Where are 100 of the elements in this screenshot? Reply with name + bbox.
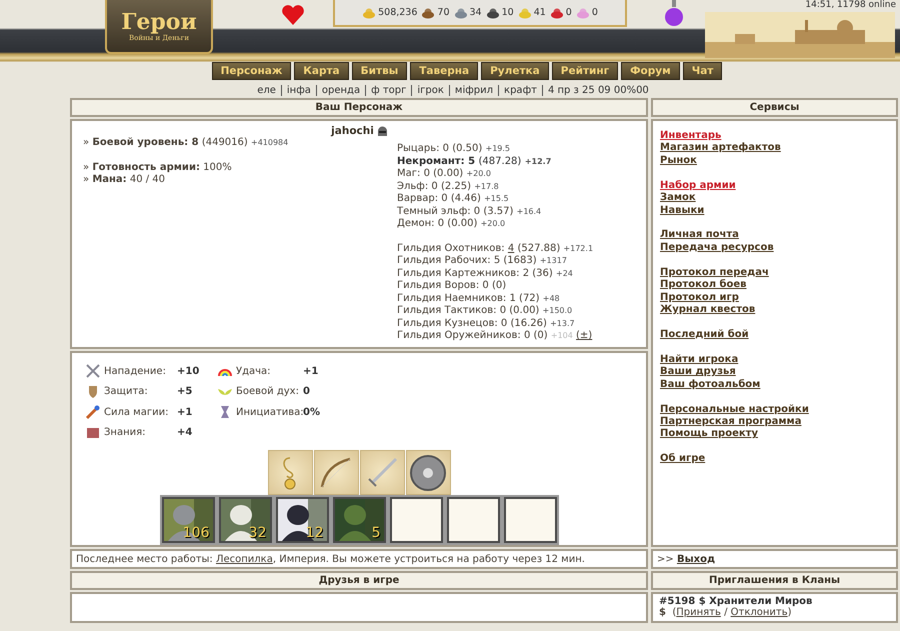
resource-amount: 10: [502, 7, 514, 18]
guild-level: Гильдия Рабочих: 5 (1683) +1317: [397, 255, 568, 268]
resource-icon: [518, 6, 532, 18]
service-link[interactable]: Протокол передач: [660, 266, 769, 280]
faction-level: Маг: 0 (0.00) +20.0: [397, 168, 492, 180]
faction-level: Варвар: 0 (4.46) +15.5: [397, 193, 510, 206]
toggle-link[interactable]: (±): [576, 330, 592, 341]
service-link[interactable]: Навыки: [660, 204, 704, 217]
quick-link[interactable]: крафт: [498, 84, 542, 96]
resource-amount: 508,236: [378, 7, 418, 18]
resource-icon: [550, 6, 564, 18]
resource-amount: 70: [437, 7, 450, 18]
service-link[interactable]: Найти игрока: [660, 354, 738, 366]
potion-icon[interactable]: [663, 0, 685, 28]
decline-link[interactable]: Отклонить: [730, 607, 788, 618]
service-link[interactable]: Рынок: [660, 154, 697, 168]
faction-level: Темный эльф: 0 (3.57) +16.4: [397, 206, 542, 218]
army-slot[interactable]: [446, 497, 500, 543]
service-link[interactable]: Ваш фотоальбом: [660, 378, 760, 391]
section-header: Сервисы: [651, 98, 898, 117]
service-link[interactable]: Замок: [660, 192, 696, 205]
heart-icon[interactable]: [281, 4, 305, 26]
stat-value: +1: [303, 366, 318, 377]
nav-tab[interactable]: Чат: [682, 62, 722, 80]
nav-tab[interactable]: Форум: [621, 62, 680, 80]
stat-label: Инициатива:: [236, 406, 300, 418]
resource-amount: 41: [534, 7, 546, 18]
nav-tab[interactable]: Рейтинг: [552, 62, 618, 80]
nav-tab[interactable]: Таверна: [410, 62, 478, 80]
resource-amount: 0: [592, 7, 598, 18]
guild-level: Гильдия Воров: 0 (0): [397, 280, 508, 292]
army-slot[interactable]: 32: [218, 497, 272, 543]
service-link[interactable]: Ваши друзья: [660, 366, 736, 379]
service-link[interactable]: Персональные настройки: [660, 404, 809, 416]
helmet-icon: [376, 125, 388, 137]
faction-level: Демон: 0 (0.00) +20.0: [397, 218, 506, 230]
quick-link[interactable]: інфа: [280, 84, 316, 96]
army-slot[interactable]: 106: [162, 497, 214, 543]
service-link[interactable]: Набор армии: [660, 180, 736, 192]
nav-tab[interactable]: Рулетка: [481, 62, 549, 80]
quick-link[interactable]: еле: [252, 84, 281, 96]
faction-level: Эльф: 0 (2.25) +17.8: [397, 180, 500, 193]
stat-label: Боевой дух:: [236, 386, 300, 398]
resource-icon: [486, 6, 500, 18]
service-link[interactable]: Последний бой: [660, 328, 749, 342]
section-header: Ваш Персонаж: [70, 98, 648, 117]
stat-value: +4: [177, 427, 192, 438]
player-name[interactable]: jahochi: [331, 125, 374, 137]
character-info: » Готовность армии: 100%: [83, 162, 233, 174]
work-status: Последнее место работы: Лесопилка, Империя. Вы можете устроиться на работу через 12 мин.: [76, 554, 585, 564]
resource-icon: [362, 6, 376, 18]
quick-link[interactable]: ігрок: [411, 84, 449, 96]
exit-prefix: >>: [657, 554, 674, 564]
army-slot[interactable]: [390, 497, 442, 543]
service-link[interactable]: Журнал квестов: [660, 304, 756, 316]
service-link[interactable]: Партнерская программа: [660, 416, 802, 428]
workplace-link[interactable]: Лесопилка: [216, 554, 273, 564]
faction-level: Некромант: 5 (487.28) +12.7: [397, 156, 552, 168]
nav-tab[interactable]: Карта: [294, 62, 349, 80]
service-link[interactable]: Протокол игр: [660, 292, 739, 304]
unit-count: 32: [248, 525, 266, 541]
wand-icon: [85, 404, 101, 420]
guild-level: Гильдия Охотников: 4 (527.88) +172.1: [397, 242, 594, 255]
service-link[interactable]: Помощь проекту: [660, 428, 758, 441]
stat-label: Нападение:: [104, 366, 167, 377]
service-link[interactable]: Об игре: [660, 453, 706, 466]
exit-link[interactable]: Выход: [676, 554, 716, 564]
stat-label: Защита:: [104, 386, 149, 398]
crossed-swords-icon: [85, 363, 101, 380]
service-link[interactable]: Протокол боев: [660, 279, 746, 292]
army-slot[interactable]: [504, 497, 556, 543]
quick-link[interactable]: ф торг: [365, 84, 412, 96]
resource-icon: [454, 6, 468, 18]
guild-level: Гильдия Наемников: 1 (72) +48: [397, 292, 561, 305]
nav-tab[interactable]: Персонаж: [212, 62, 292, 80]
quick-link[interactable]: оренда: [316, 84, 366, 96]
resource-icon: [421, 6, 436, 18]
quick-link[interactable]: 4 пр з 25 09 00%00: [542, 84, 654, 96]
character-info: » Мана: 40 / 40: [83, 174, 166, 186]
unit-count: 106: [182, 525, 210, 541]
service-link[interactable]: Инвентарь: [660, 130, 722, 142]
stat-label: Удача:: [236, 366, 272, 377]
service-link[interactable]: Личная почта: [660, 229, 739, 242]
character-info: » Боевой уровень: 8 (449016) +410984: [83, 137, 290, 150]
stat-value: +5: [177, 386, 192, 398]
resource-amount: 0: [566, 7, 572, 18]
guild-level: Гильдия Кузнецов: 0 (16.26) +13.7: [397, 318, 576, 330]
nav-tab[interactable]: Битвы: [352, 62, 408, 80]
guild-level: Гильдия Тактиков: 0 (0.00) +150.0: [397, 305, 574, 318]
accept-link[interactable]: Принять: [676, 607, 721, 618]
guild-level: Гильдия Картежников: 2 (36) +24: [397, 268, 574, 280]
quick-link[interactable]: міфрил: [448, 84, 498, 96]
army-slot[interactable]: 5: [332, 497, 386, 543]
guild-level-link[interactable]: 4: [508, 242, 514, 254]
resource-amount: 34: [470, 7, 482, 18]
stat-label: Знания:: [104, 427, 146, 438]
service-link[interactable]: Магазин артефактов: [660, 142, 781, 155]
stat-value: +1: [177, 406, 192, 418]
service-link[interactable]: Передача ресурсов: [660, 242, 774, 254]
section-header: Друзья в игре: [70, 571, 648, 590]
